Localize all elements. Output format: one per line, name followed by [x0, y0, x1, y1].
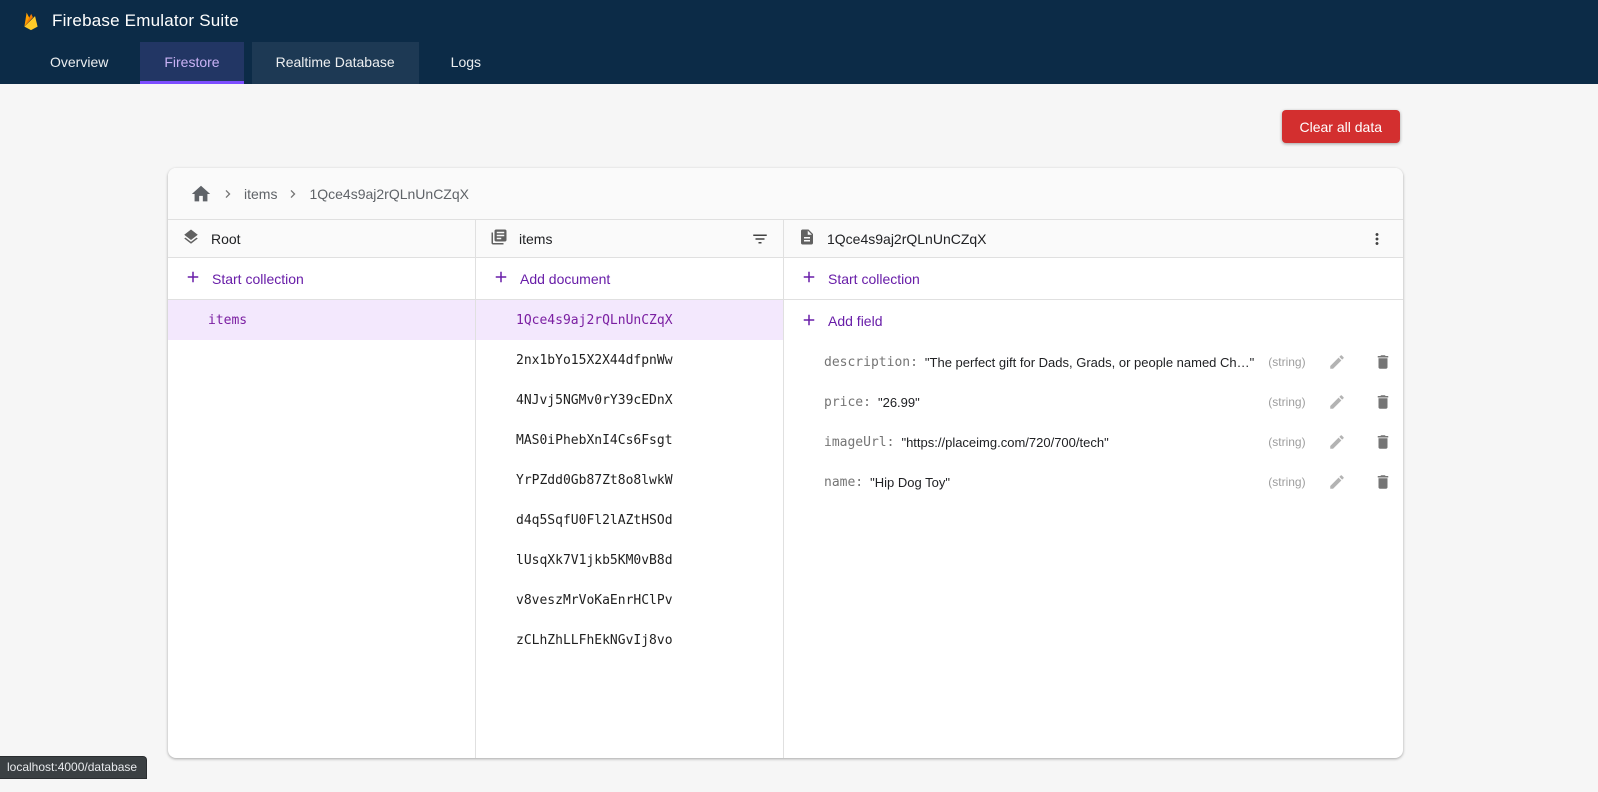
field-type: (string): [1254, 395, 1305, 409]
document-row[interactable]: d4q5SqfU0Fl2lAZtHSOd: [476, 500, 783, 540]
delete-trash-icon[interactable]: [1374, 433, 1392, 451]
field-type: (string): [1254, 355, 1305, 369]
plus-icon: [800, 311, 818, 332]
home-icon[interactable]: [190, 183, 212, 205]
root-panel-title: Root: [211, 231, 241, 247]
document-panel-title: 1Qce4s9aj2rQLnUnCZqX: [827, 231, 987, 247]
plus-icon: [184, 268, 202, 289]
delete-trash-icon[interactable]: [1374, 353, 1392, 371]
collection-icon: [490, 228, 508, 249]
document-row[interactable]: MAS0iPhebXnI4Cs6Fsgt: [476, 420, 783, 460]
edit-pencil-icon[interactable]: [1328, 433, 1346, 451]
toolbar: Clear all data: [0, 84, 1598, 143]
plus-icon: [800, 268, 818, 289]
document-icon: [798, 228, 816, 249]
document-row[interactable]: YrPZdd0Gb87Zt8o8lwkW: [476, 460, 783, 500]
document-row[interactable]: v8veszMrVoKaEnrHClPv: [476, 580, 783, 620]
clear-all-data-button[interactable]: Clear all data: [1282, 110, 1401, 143]
kebab-menu-icon[interactable]: [1368, 230, 1403, 248]
document-row[interactable]: lUsqXk7V1jkb5KM0vB8d: [476, 540, 783, 580]
breadcrumb: items 1Qce4s9aj2rQLnUnCZqX: [168, 168, 1403, 220]
firebase-logo-icon: [20, 10, 42, 32]
browser-status-bubble: localhost:4000/database: [0, 756, 147, 779]
tab-bar: Overview Firestore Realtime Database Log…: [0, 42, 1598, 84]
field-key: price:: [824, 395, 871, 410]
document-panel: 1Qce4s9aj2rQLnUnCZqX Start collection Ad…: [784, 220, 1403, 758]
doc-start-collection-label: Start collection: [828, 271, 920, 287]
tab-realtime-database[interactable]: Realtime Database: [252, 42, 419, 84]
field-key: imageUrl:: [824, 435, 894, 450]
doc-start-collection-button[interactable]: Start collection: [784, 258, 1403, 300]
firestore-card: items 1Qce4s9aj2rQLnUnCZqX Root Start co…: [168, 168, 1403, 758]
layers-icon: [182, 228, 200, 249]
field-type: (string): [1254, 435, 1305, 449]
add-field-label: Add field: [828, 313, 882, 329]
field-key: name:: [824, 475, 863, 490]
tab-logs[interactable]: Logs: [427, 42, 505, 84]
tab-firestore[interactable]: Firestore: [140, 42, 243, 84]
field-row-imageUrl: imageUrl: "https://placeimg.com/720/700/…: [784, 422, 1403, 462]
collection-panel-header: items: [476, 220, 783, 258]
document-row[interactable]: 1Qce4s9aj2rQLnUnCZqX: [476, 300, 783, 340]
add-field-button[interactable]: Add field: [784, 300, 1403, 342]
breadcrumb-collection[interactable]: items: [244, 186, 277, 202]
chevron-right-icon: [285, 186, 301, 202]
panels: Root Start collection items items: [168, 220, 1403, 758]
field-row-price: price: "26.99" (string): [784, 382, 1403, 422]
field-value: "https://placeimg.com/720/700/tech": [901, 435, 1108, 450]
app-header: Firebase Emulator Suite Overview Firesto…: [0, 0, 1598, 84]
app-title: Firebase Emulator Suite: [52, 11, 239, 31]
field-type: (string): [1254, 475, 1305, 489]
filter-icon[interactable]: [751, 230, 769, 248]
collection-row-items[interactable]: items: [168, 300, 475, 340]
collection-panel-title: items: [519, 231, 552, 247]
field-value: "Hip Dog Toy": [870, 475, 950, 490]
field-value: "26.99": [878, 395, 920, 410]
plus-icon: [492, 268, 510, 289]
document-row[interactable]: 4NJvj5NGMv0rY39cEDnX: [476, 380, 783, 420]
start-collection-button[interactable]: Start collection: [168, 258, 475, 300]
add-document-label: Add document: [520, 271, 610, 287]
field-value: "The perfect gift for Dads, Grads, or pe…: [925, 355, 1254, 370]
field-row-name: name: "Hip Dog Toy" (string): [784, 462, 1403, 502]
document-panel-header: 1Qce4s9aj2rQLnUnCZqX: [784, 220, 1403, 258]
delete-trash-icon[interactable]: [1374, 393, 1392, 411]
document-row[interactable]: 2nx1bYo15X2X44dfpnWw: [476, 340, 783, 380]
start-collection-label: Start collection: [212, 271, 304, 287]
root-panel-header: Root: [168, 220, 475, 258]
tab-overview[interactable]: Overview: [26, 42, 132, 84]
breadcrumb-document[interactable]: 1Qce4s9aj2rQLnUnCZqX: [309, 186, 469, 202]
edit-pencil-icon[interactable]: [1328, 353, 1346, 371]
delete-trash-icon[interactable]: [1374, 473, 1392, 491]
field-row-description: description: "The perfect gift for Dads,…: [784, 342, 1403, 382]
chevron-right-icon: [220, 186, 236, 202]
edit-pencil-icon[interactable]: [1328, 393, 1346, 411]
field-key: description:: [824, 355, 918, 370]
document-row[interactable]: zCLhZhLLFhEkNGvIj8vo: [476, 620, 783, 660]
title-bar: Firebase Emulator Suite: [0, 0, 1598, 42]
root-panel: Root Start collection items: [168, 220, 476, 758]
collection-panel: items Add document 1Qce4s9aj2rQLnUnCZqX …: [476, 220, 784, 758]
edit-pencil-icon[interactable]: [1328, 473, 1346, 491]
add-document-button[interactable]: Add document: [476, 258, 783, 300]
